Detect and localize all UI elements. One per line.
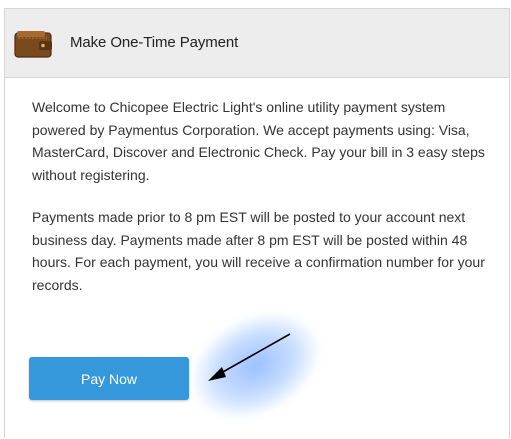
wallet-icon — [14, 30, 52, 58]
pay-now-button[interactable]: Pay Now — [29, 357, 189, 400]
posting-info-paragraph: Payments made prior to 8 pm EST will be … — [32, 209, 485, 293]
panel-title: Make One-Time Payment — [70, 34, 239, 51]
panel-header: Make One-Time Payment — [5, 9, 509, 78]
panel-body: Welcome to Chicopee Electric Light's onl… — [5, 78, 509, 296]
welcome-paragraph: Welcome to Chicopee Electric Light's onl… — [32, 99, 485, 183]
